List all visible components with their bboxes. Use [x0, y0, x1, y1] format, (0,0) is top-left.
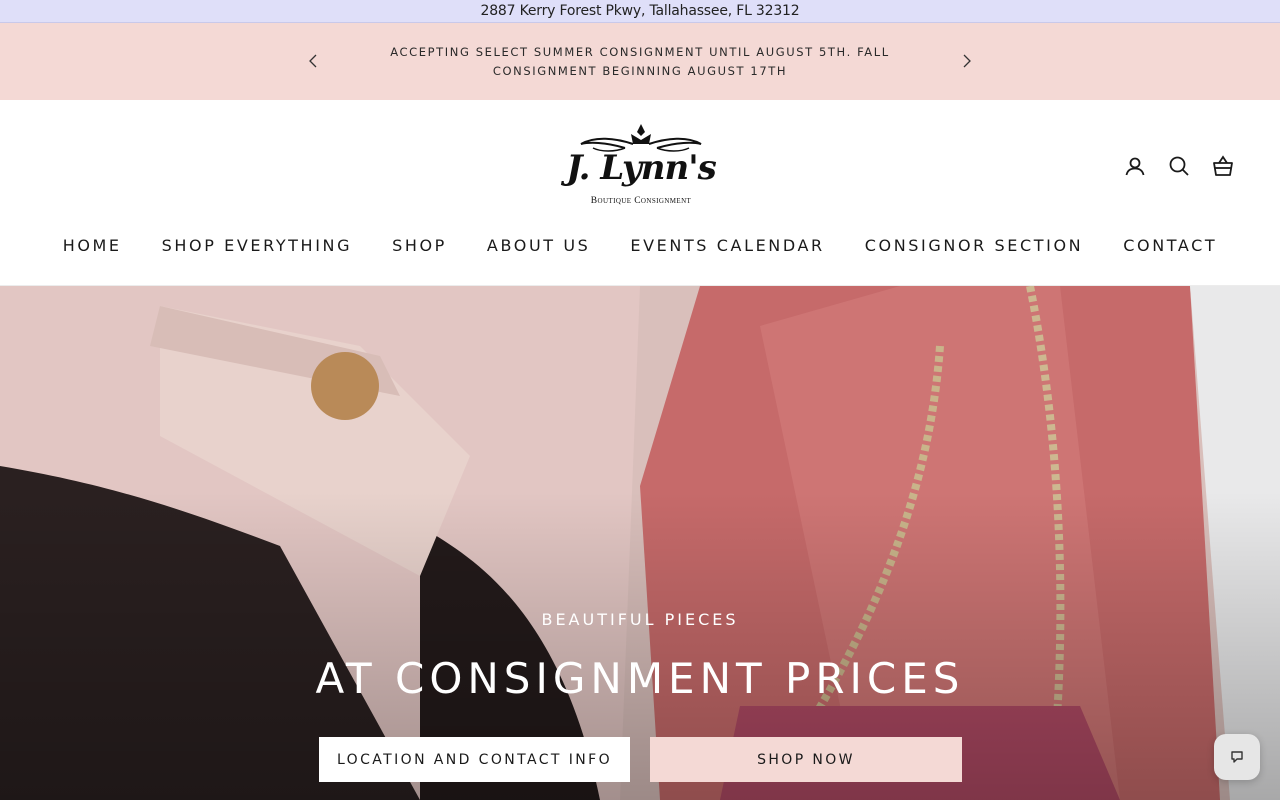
chevron-right-icon — [963, 54, 971, 68]
announcement-next-button[interactable] — [957, 51, 977, 71]
header-icons — [1124, 155, 1234, 177]
hero-banner: BEAUTIFUL PIECES AT CONSIGNMENT PRICES L… — [0, 286, 1280, 800]
shop-now-button[interactable]: SHOP NOW — [650, 737, 962, 782]
nav-item-shop-everything[interactable]: SHOP EVERYTHING — [162, 236, 352, 255]
nav-item-shop[interactable]: SHOP — [392, 236, 447, 255]
nav-item-about-us[interactable]: ABOUT US — [487, 236, 590, 255]
hero-title: AT CONSIGNMENT PRICES — [315, 654, 965, 703]
announcement-line-1: ACCEPTING SELECT SUMMER CONSIGNMENT UNTI… — [390, 45, 890, 59]
announcement-line-2: CONSIGNMENT BEGINNING AUGUST 17TH — [492, 64, 788, 78]
main-navigation: HOME SHOP EVERYTHING SHOP ABOUT US EVENT… — [0, 236, 1280, 255]
chat-button[interactable] — [1214, 734, 1260, 780]
cart-button[interactable] — [1212, 155, 1234, 177]
site-header: J. Lynn's Boutique Consignment HOME SHOP… — [0, 100, 1280, 286]
cart-icon — [1213, 155, 1233, 176]
search-button[interactable] — [1168, 155, 1190, 177]
store-address: 2887 Kerry Forest Pkwy, Tallahassee, FL … — [480, 3, 800, 19]
store-logo[interactable]: J. Lynn's Boutique Consignment — [565, 122, 717, 210]
hero-overlay — [0, 286, 1280, 800]
search-icon — [1169, 156, 1189, 176]
announcement-bar: ACCEPTING SELECT SUMMER CONSIGNMENT UNTI… — [0, 23, 1280, 100]
nav-item-contact[interactable]: CONTACT — [1123, 236, 1217, 255]
address-bar: 2887 Kerry Forest Pkwy, Tallahassee, FL … — [0, 0, 1280, 23]
account-button[interactable] — [1124, 155, 1146, 177]
nav-item-consignor-section[interactable]: CONSIGNOR SECTION — [865, 236, 1083, 255]
hero-eyebrow: BEAUTIFUL PIECES — [541, 610, 739, 629]
logo-script-text: J. Lynn's — [566, 148, 717, 188]
nav-item-home[interactable]: HOME — [63, 236, 122, 255]
location-contact-button[interactable]: LOCATION AND CONTACT INFO — [319, 737, 630, 782]
logo-subtitle: Boutique Consignment — [590, 196, 692, 206]
chevron-left-icon — [309, 54, 317, 68]
announcement-prev-button[interactable] — [303, 51, 323, 71]
account-icon — [1125, 157, 1145, 176]
nav-item-events-calendar[interactable]: EVENTS CALENDAR — [630, 236, 824, 255]
chat-icon — [1231, 751, 1243, 763]
announcement-text: ACCEPTING SELECT SUMMER CONSIGNMENT UNTI… — [380, 43, 900, 81]
